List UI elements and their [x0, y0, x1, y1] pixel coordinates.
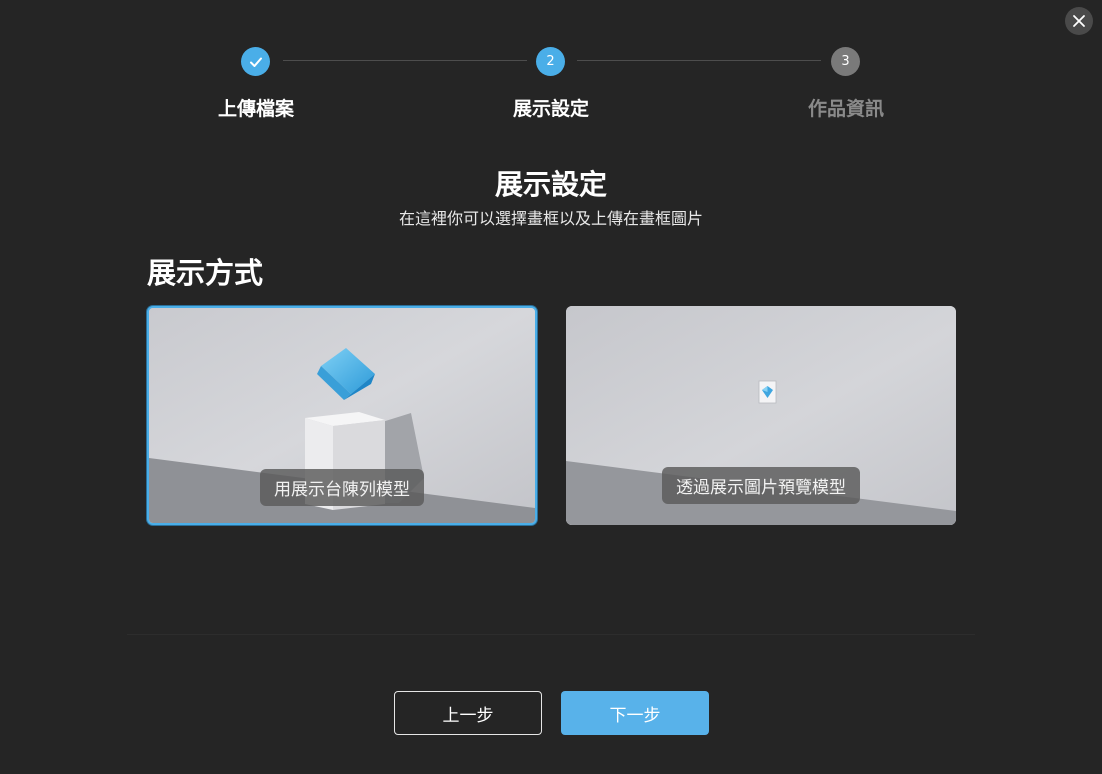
step-3-indicator: 3	[831, 47, 860, 76]
step-connector	[283, 60, 527, 61]
footer-divider	[127, 634, 975, 635]
step-2-label: 展示設定	[512, 98, 589, 120]
step-2-indicator: 2	[536, 47, 565, 76]
page-title: 展示設定	[494, 168, 607, 201]
step-connector	[577, 60, 821, 61]
display-mode-heading: 展示方式	[147, 256, 264, 290]
next-step-button[interactable]: 下一步	[561, 691, 709, 735]
picture-option-label: 透過展示圖片預覽模型	[662, 467, 860, 504]
picture-display-option[interactable]: 透過展示圖片預覽模型	[566, 306, 956, 525]
display-settings-dialog: 2 3 上傳檔案 展示設定 作品資訊 展示設定 在這裡你可以選擇畫框以及上傳在畫…	[0, 0, 1102, 774]
pedestal-option-label: 用展示台陳列模型	[260, 469, 424, 506]
step-1-label: 上傳檔案	[217, 98, 294, 120]
step-1-indicator	[241, 47, 270, 76]
pedestal-display-option[interactable]: 用展示台陳列模型	[147, 306, 537, 525]
checkmark-icon	[249, 57, 262, 67]
previous-step-button[interactable]: 上一步	[394, 691, 542, 735]
page-subtitle: 在這裡你可以選擇畫框以及上傳在畫框圖片	[398, 209, 703, 228]
progress-stepper: 2 3 上傳檔案 展示設定 作品資訊	[0, 0, 1102, 130]
step-3-label: 作品資訊	[807, 98, 884, 120]
